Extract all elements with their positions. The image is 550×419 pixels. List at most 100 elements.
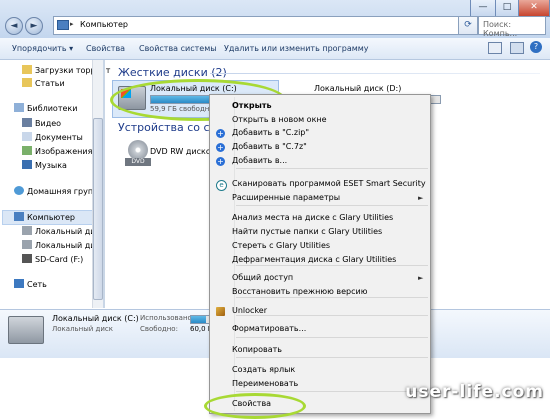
sidebar-item-computer[interactable]: Компьютер [14, 212, 75, 222]
sidebar-item-articles[interactable]: Статьи [22, 78, 65, 88]
drive-icon [22, 226, 32, 235]
usage-fill [191, 316, 207, 323]
menu-item-label: Форматировать... [232, 324, 307, 333]
add-icon: + [216, 129, 225, 138]
menu-item-2[interactable]: Открыть в новом окне [232, 115, 327, 124]
eset-icon: e [216, 180, 227, 191]
menu-item-11[interactable]: Дефрагментация диска с Glary Utilities [232, 255, 396, 264]
menu-item-14[interactable]: Unlocker [232, 306, 267, 315]
menu-item-9[interactable]: Найти пустые папки с Glary Utilities [232, 227, 382, 236]
back-button[interactable]: ◄ [5, 17, 23, 35]
pane-divider[interactable] [103, 60, 105, 308]
menu-item-label: Общий доступ [232, 273, 294, 282]
highlight-ellipse-properties [204, 393, 306, 419]
sidebar-item-homegroup[interactable]: Домашняя группа [14, 186, 103, 196]
system-properties-button[interactable]: Свойства системы [139, 44, 217, 53]
music-icon [22, 160, 32, 169]
menu-item-7[interactable]: Расширенные параметры [232, 193, 340, 202]
menu-item-label: Открыть в новом окне [232, 115, 327, 124]
scrollbar-thumb[interactable] [93, 118, 103, 300]
menu-item-label: Стереть с Glary Utilities [232, 241, 331, 250]
video-icon [22, 118, 32, 127]
preview-pane-icon[interactable] [510, 42, 524, 54]
menu-separator [236, 357, 428, 358]
menu-item-17[interactable]: Создать ярлык [232, 365, 295, 374]
organize-button[interactable]: Упорядочить ▾ [12, 44, 73, 53]
menu-separator [236, 315, 428, 316]
details-name: Локальный диск (C:) [52, 314, 139, 323]
drive-icon [22, 240, 32, 249]
menu-item-15[interactable]: Форматировать... [232, 324, 306, 333]
unlocker-icon [216, 307, 225, 316]
menu-item-label: Создать ярлык [232, 365, 296, 374]
menu-separator [236, 205, 428, 206]
menu-item-8[interactable]: Анализ места на диске с Glary Utilities [232, 213, 393, 222]
computer-icon [57, 20, 69, 30]
library-icon [14, 103, 24, 112]
details-drive-icon [8, 316, 44, 344]
menu-item-10[interactable]: Стереть с Glary Utilities [232, 241, 330, 250]
menu-item-label: Восстановить прежнюю версию [232, 287, 368, 296]
menu-item-label: Анализ места на диске с Glary Utilities [232, 213, 394, 222]
menu-item-label: Копировать [232, 345, 282, 354]
breadcrumb-arrow[interactable]: ▸ [70, 20, 74, 28]
close-button[interactable]: ✕ [518, 0, 550, 17]
sidebar-item-pictures[interactable]: Изображения [22, 146, 92, 156]
watermark: user-life.com [405, 382, 544, 402]
sidebar-item-documents[interactable]: Документы [22, 132, 83, 142]
refresh-button[interactable]: ⟳ [458, 16, 478, 35]
add-icon: + [216, 157, 225, 166]
folder-icon [22, 65, 32, 74]
refresh-icon: ⟳ [464, 20, 472, 30]
menu-separator [236, 168, 428, 169]
menu-item-1[interactable]: Открыть [232, 101, 272, 110]
minimize-button[interactable]: — [470, 0, 496, 17]
sidebar-item-libraries[interactable]: Библиотеки [14, 103, 77, 113]
drive-d-name: Локальный диск (D:) [314, 84, 402, 93]
menu-item-label: Расширенные параметры [232, 193, 341, 202]
menu-item-12[interactable]: Общий доступ [232, 273, 293, 282]
menu-item-18[interactable]: Переименовать [232, 379, 298, 388]
menu-separator [236, 391, 428, 392]
sidebar-item-music[interactable]: Музыка [22, 160, 67, 170]
menu-item-6[interactable]: Сканировать программой ESET Smart Securi… [232, 179, 426, 188]
menu-item-13[interactable]: Восстановить прежнюю версию [232, 287, 367, 296]
search-input[interactable]: Поиск: Компь... [478, 16, 546, 38]
sidebar-item-label: Статьи [35, 79, 65, 88]
uninstall-program-button[interactable]: Удалить или изменить программу [224, 44, 369, 53]
computer-icon [14, 212, 24, 221]
menu-item-label: Добавить в "C.7z" [232, 142, 307, 151]
sidebar-item-sd-card[interactable]: SD-Card (F:) [22, 254, 83, 264]
documents-icon [22, 132, 32, 141]
menu-item-label: Добавить в... [232, 156, 288, 165]
dvd-label: DVD [125, 158, 151, 166]
menu-item-16[interactable]: Копировать [232, 345, 282, 354]
search-placeholder: Поиск: Компь... [483, 20, 518, 38]
menu-item-5[interactable]: Добавить в... [232, 156, 287, 165]
details-type: Локальный диск [52, 325, 114, 333]
menu-item-label: Открыть [232, 101, 272, 110]
address-bar[interactable]: ▸ Компьютер [53, 16, 463, 35]
sidebar-item-network[interactable]: Сеть [14, 279, 47, 289]
forward-button[interactable]: ► [25, 17, 43, 35]
breadcrumb[interactable]: Компьютер [80, 20, 128, 29]
properties-button[interactable]: Свойства [86, 44, 125, 53]
menu-item-3[interactable]: Добавить в "C.zip" [232, 128, 309, 137]
sidebar-item-label: Библиотеки [27, 104, 78, 113]
sidebar-item-label: Компьютер [27, 213, 75, 222]
sidebar-item-label: Сеть [27, 280, 47, 289]
menu-separator [236, 337, 428, 338]
help-icon[interactable]: ? [530, 41, 542, 53]
maximize-button[interactable]: □ [495, 0, 519, 17]
context-menu: Открыть Открыть в новом окне Добавить в "C… [209, 94, 431, 414]
submenu-arrow-icon: ► [418, 274, 424, 282]
details-free-label: Свободно: [140, 325, 178, 333]
sidebar-item-video[interactable]: Видео [22, 118, 61, 128]
sidebar-item-label: SD-Card (F:) [35, 255, 84, 264]
homegroup-icon [14, 186, 24, 195]
menu-item-4[interactable]: Добавить в "C.7z" [232, 142, 307, 151]
view-options-icon[interactable] [488, 42, 502, 54]
dvd-drive-icon [128, 140, 148, 160]
submenu-arrow-icon: ► [418, 194, 424, 202]
folder-icon [22, 78, 32, 87]
